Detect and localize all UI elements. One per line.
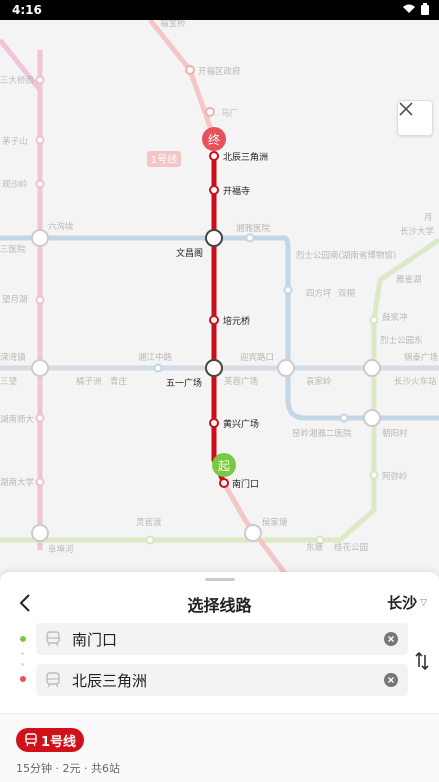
svg-text:开福区政府: 开福区政府 bbox=[198, 66, 241, 77]
svg-text:望月湖: 望月湖 bbox=[2, 294, 28, 305]
svg-text:长沙火车站: 长沙火车站 bbox=[394, 376, 437, 387]
battery-icon bbox=[421, 3, 429, 15]
station-label-nanmenkou: 南门口 bbox=[232, 478, 259, 490]
svg-text:迎宾路口: 迎宾路口 bbox=[240, 352, 274, 363]
svg-text:窑岭湘雅二医院: 窑岭湘雅二医院 bbox=[292, 428, 352, 439]
svg-text:烈士公园南(湖南省博物馆): 烈士公园南(湖南省博物馆) bbox=[296, 250, 396, 261]
svg-text:三望: 三望 bbox=[0, 376, 18, 387]
svg-text:青庄: 青庄 bbox=[110, 376, 128, 387]
svg-text:湖南大学: 湖南大学 bbox=[0, 477, 35, 488]
svg-text:六沟垅: 六沟垅 bbox=[48, 221, 74, 232]
line-badge: 1号线 bbox=[16, 728, 85, 752]
from-dot bbox=[20, 636, 26, 642]
swap-stations-button[interactable] bbox=[413, 650, 431, 672]
train-icon bbox=[46, 672, 60, 688]
station-label-peiyuanqiao: 培元桥 bbox=[223, 315, 250, 327]
line-green-right bbox=[0, 237, 439, 543]
clear-from-icon[interactable] bbox=[384, 632, 398, 646]
svg-text:观沙岭: 观沙岭 bbox=[2, 179, 28, 190]
station-label-huangxing: 黄兴广场 bbox=[223, 418, 259, 430]
svg-text:1号线: 1号线 bbox=[151, 153, 177, 166]
start-station-badge: 起 bbox=[212, 453, 236, 477]
from-station-field[interactable]: 南门口 bbox=[36, 623, 408, 655]
svg-text:湘江中路: 湘江中路 bbox=[138, 352, 173, 363]
svg-text:阿弥岭: 阿弥岭 bbox=[382, 471, 408, 482]
line-badge-label: 1号线 bbox=[41, 734, 77, 750]
page-title: 选择线路 bbox=[187, 596, 252, 615]
metro-icon bbox=[25, 733, 37, 747]
svg-text:锦泰广场: 锦泰广场 bbox=[404, 352, 438, 363]
svg-text:溁湾镇: 溁湾镇 bbox=[0, 352, 26, 363]
station-label-wenchangge: 文昌阁 bbox=[176, 247, 203, 259]
svg-text:终: 终 bbox=[208, 132, 220, 147]
svg-text:马厂: 马厂 bbox=[221, 109, 238, 119]
svg-text:鼓浆冲: 鼓浆冲 bbox=[382, 312, 408, 323]
svg-text:湘雅医院: 湘雅医院 bbox=[236, 223, 271, 234]
clear-to-icon[interactable] bbox=[384, 673, 398, 687]
svg-text:四方坪: 四方坪 bbox=[306, 288, 332, 299]
wifi-icon bbox=[403, 4, 415, 13]
from-station-value: 南门口 bbox=[72, 630, 118, 649]
svg-text:侯家塘: 侯家塘 bbox=[262, 517, 288, 528]
svg-text:袁家岭: 袁家岭 bbox=[306, 376, 332, 387]
svg-text:朝阳村: 朝阳村 bbox=[382, 428, 408, 439]
to-station-field[interactable]: 北辰三角洲 bbox=[36, 664, 408, 696]
line-1-north-ext bbox=[148, 20, 217, 139]
svg-text:起: 起 bbox=[218, 459, 230, 473]
line-1-map-label: 1号线 bbox=[147, 151, 181, 167]
station-label-kaifusi: 开福寺 bbox=[223, 185, 250, 197]
svg-text:橘子洲: 橘子洲 bbox=[76, 376, 102, 387]
close-map-button[interactable] bbox=[397, 100, 433, 136]
route-info: 15分钟 · 2元 · 共6站 bbox=[16, 762, 120, 775]
status-time: 4:16 bbox=[12, 3, 42, 17]
to-dot bbox=[20, 676, 26, 682]
route-result[interactable]: 1号线 15分钟 · 2元 · 共6站 bbox=[0, 714, 439, 782]
sheet-drag-handle[interactable] bbox=[205, 578, 235, 581]
svg-text:茅子山: 茅子山 bbox=[2, 136, 28, 147]
swap-icon bbox=[415, 651, 429, 671]
svg-text:长沙大学: 长沙大学 bbox=[400, 226, 435, 237]
city-label: 长沙 bbox=[387, 594, 418, 612]
close-icon bbox=[399, 102, 413, 116]
svg-text:湖南师大: 湖南师大 bbox=[0, 414, 35, 425]
svg-text:东塘: 东塘 bbox=[306, 542, 324, 553]
status-bar: 4:16 bbox=[0, 0, 439, 20]
line-1-station-dots bbox=[185, 65, 229, 488]
status-icons bbox=[403, 3, 429, 15]
end-station-badge: 终 bbox=[202, 127, 226, 151]
train-icon bbox=[46, 631, 60, 647]
svg-text:烈士公园东: 烈士公园东 bbox=[380, 335, 423, 346]
svg-text:灵官渡: 灵官渡 bbox=[136, 517, 162, 528]
station-label-beichen: 北辰三角洲 bbox=[223, 151, 268, 163]
metro-map[interactable]: 北辰三角洲 开福寺 文昌阁 培元桥 五一广场 黄兴广场 南门口 福宝桥 开福区政… bbox=[0, 20, 439, 580]
svg-text:桂花公园: 桂花公园 bbox=[334, 542, 368, 553]
svg-text:双桐: 双桐 bbox=[338, 288, 355, 299]
svg-text:三大桥西: 三大桥西 bbox=[0, 75, 34, 86]
chevron-down-icon: ▽ bbox=[420, 597, 427, 608]
svg-text:三医院: 三医院 bbox=[0, 244, 26, 255]
to-station-value: 北辰三角洲 bbox=[72, 671, 148, 690]
svg-text:阜埠河: 阜埠河 bbox=[48, 544, 74, 555]
city-selector[interactable]: 长沙 ▽ bbox=[387, 592, 427, 613]
station-label-wuyi: 五一广场 bbox=[166, 377, 202, 389]
svg-text:芙蓉广场: 芙蓉广场 bbox=[224, 376, 258, 387]
svg-text:雅雀湖: 雅雀湖 bbox=[396, 274, 422, 285]
svg-text:月: 月 bbox=[424, 213, 433, 223]
svg-text:福宝桥: 福宝桥 bbox=[160, 20, 186, 29]
